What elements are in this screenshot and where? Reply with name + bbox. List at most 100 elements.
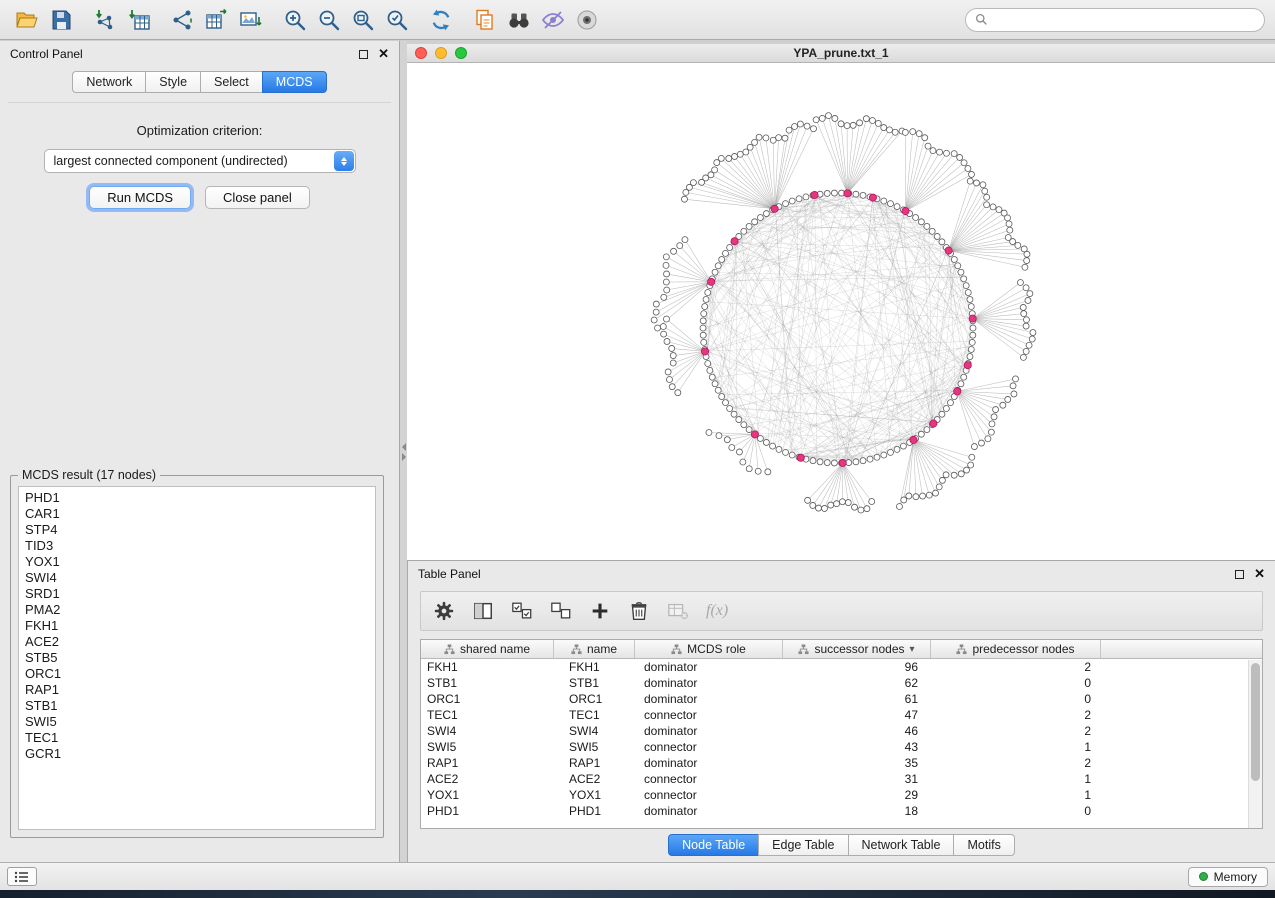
export-table-icon[interactable]	[200, 5, 234, 35]
optimization-criterion-label: Optimization criterion:	[0, 123, 399, 138]
mcds-result-item[interactable]: SWI5	[19, 714, 375, 730]
refresh-icon[interactable]	[424, 5, 458, 35]
attribute-icon	[571, 644, 582, 655]
toolbar-separator	[268, 7, 278, 33]
tab-mcds[interactable]: MCDS	[262, 71, 327, 93]
columns-icon[interactable]	[472, 600, 494, 622]
tab-network-table[interactable]: Network Table	[848, 834, 954, 856]
eye-icon[interactable]	[570, 5, 604, 35]
toolbar-separator	[414, 7, 424, 33]
mcds-result-item[interactable]: STB1	[19, 698, 375, 714]
zoom-fit-icon[interactable]	[346, 5, 380, 35]
column-header-shared-name[interactable]: shared name	[421, 640, 554, 658]
toolbar-separator	[78, 7, 88, 33]
mcds-result-item[interactable]: STP4	[19, 522, 375, 538]
open-file-icon[interactable]	[10, 5, 44, 35]
tab-network[interactable]: Network	[72, 71, 145, 93]
cell-predecessor-nodes: 2	[931, 660, 1101, 674]
table-row[interactable]: SWI4 SWI4 dominator 46 2	[421, 723, 1262, 739]
mcds-result-item[interactable]: YOX1	[19, 554, 375, 570]
mcds-result-item[interactable]: SRD1	[19, 586, 375, 602]
table-row[interactable]: ACE2 ACE2 connector 31 1	[421, 771, 1262, 787]
attribute-icon	[956, 644, 967, 655]
table-row[interactable]: RAP1 RAP1 dominator 35 2	[421, 755, 1262, 771]
search-input[interactable]	[994, 13, 1255, 27]
cell-successor-nodes: 35	[783, 756, 931, 770]
mcds-result-item[interactable]: GCR1	[19, 746, 375, 762]
export-image-icon[interactable]	[234, 5, 268, 35]
save-icon[interactable]	[44, 5, 78, 35]
table-row[interactable]: YOX1 YOX1 connector 29 1	[421, 787, 1262, 803]
table-row[interactable]: STB1 STB1 dominator 62 0	[421, 675, 1262, 691]
cell-successor-nodes: 61	[783, 692, 931, 706]
unselect-all-icon[interactable]	[550, 600, 572, 622]
task-history-button[interactable]	[7, 867, 37, 886]
mcds-result-item[interactable]: TID3	[19, 538, 375, 554]
add-icon[interactable]	[589, 600, 611, 622]
tab-node-table[interactable]: Node Table	[668, 834, 758, 856]
close-panel-icon[interactable]: ✕	[378, 49, 389, 59]
delete-icon[interactable]	[628, 600, 650, 622]
tab-select[interactable]: Select	[200, 71, 262, 93]
panel-splitter[interactable]	[400, 41, 407, 862]
criterion-select[interactable]: largest connected component (undirected)	[44, 149, 356, 173]
cell-name: SWI4	[554, 724, 635, 738]
table-row[interactable]: PHD1 PHD1 dominator 18 0	[421, 803, 1262, 819]
zoom-in-icon[interactable]	[278, 5, 312, 35]
table-row[interactable]: TEC1 TEC1 connector 47 2	[421, 707, 1262, 723]
mcds-result-item[interactable]: PMA2	[19, 602, 375, 618]
table-row[interactable]: FKH1 FKH1 dominator 96 2	[421, 659, 1262, 675]
float-panel-icon[interactable]	[359, 50, 368, 59]
mcds-result-item[interactable]: ACE2	[19, 634, 375, 650]
cell-predecessor-nodes: 2	[931, 756, 1101, 770]
cell-name: TEC1	[554, 708, 635, 722]
cell-successor-nodes: 43	[783, 740, 931, 754]
mcds-result-item[interactable]: STB5	[19, 650, 375, 666]
tab-edge-table[interactable]: Edge Table	[758, 834, 847, 856]
import-table-icon[interactable]	[122, 5, 156, 35]
table-scrollbar-thumb[interactable]	[1251, 663, 1260, 781]
zoom-out-icon[interactable]	[312, 5, 346, 35]
memory-button[interactable]: Memory	[1188, 867, 1268, 887]
run-mcds-button[interactable]: Run MCDS	[89, 186, 191, 209]
import-network-icon[interactable]	[88, 5, 122, 35]
column-header-name[interactable]: name	[554, 640, 635, 658]
network-window-title: YPA_prune.txt_1	[407, 46, 1275, 60]
mcds-result-item[interactable]: FKH1	[19, 618, 375, 634]
select-all-icon[interactable]	[511, 600, 533, 622]
mcds-result-item[interactable]: CAR1	[19, 506, 375, 522]
main-toolbar	[0, 0, 1275, 40]
mcds-result-item[interactable]: RAP1	[19, 682, 375, 698]
export-network-icon[interactable]	[166, 5, 200, 35]
mcds-result-item[interactable]: SWI4	[19, 570, 375, 586]
column-header-successor-nodes[interactable]: successor nodes ▾	[783, 640, 931, 658]
zoom-selected-icon[interactable]	[380, 5, 414, 35]
mcds-result-item[interactable]: PHD1	[19, 490, 375, 506]
cell-name: ACE2	[554, 772, 635, 786]
gear-icon[interactable]	[433, 600, 455, 622]
column-header-predecessor-nodes[interactable]: predecessor nodes	[931, 640, 1101, 658]
splitter-arrows-icon[interactable]	[400, 441, 407, 463]
copy-document-icon[interactable]	[468, 5, 502, 35]
close-panel-button[interactable]: Close panel	[205, 186, 310, 209]
mcds-result-item[interactable]: ORC1	[19, 666, 375, 682]
table-row[interactable]: ORC1 ORC1 dominator 61 0	[421, 691, 1262, 707]
cell-mcds-role: connector	[635, 788, 783, 802]
network-canvas[interactable]	[407, 63, 1275, 560]
cell-shared-name: ORC1	[421, 692, 554, 706]
tab-style[interactable]: Style	[145, 71, 200, 93]
column-header-mcds-role[interactable]: MCDS role	[635, 640, 783, 658]
tab-motifs[interactable]: Motifs	[953, 834, 1014, 856]
table-body: FKH1 FKH1 dominator 96 2 STB1 STB1 domin…	[421, 659, 1262, 819]
mcds-result-item[interactable]: TEC1	[19, 730, 375, 746]
cell-mcds-role: dominator	[635, 676, 783, 690]
table-row[interactable]: SWI5 SWI5 connector 43 1	[421, 739, 1262, 755]
table-scrollbar[interactable]	[1248, 660, 1262, 828]
binoculars-icon[interactable]	[502, 5, 536, 35]
mcds-result-title: MCDS result (17 nodes)	[18, 468, 160, 482]
close-table-panel-icon[interactable]: ✕	[1254, 569, 1265, 579]
float-table-panel-icon[interactable]	[1235, 570, 1244, 579]
cell-shared-name: ACE2	[421, 772, 554, 786]
analyzer-icon[interactable]	[536, 5, 570, 35]
cell-mcds-role: dominator	[635, 756, 783, 770]
